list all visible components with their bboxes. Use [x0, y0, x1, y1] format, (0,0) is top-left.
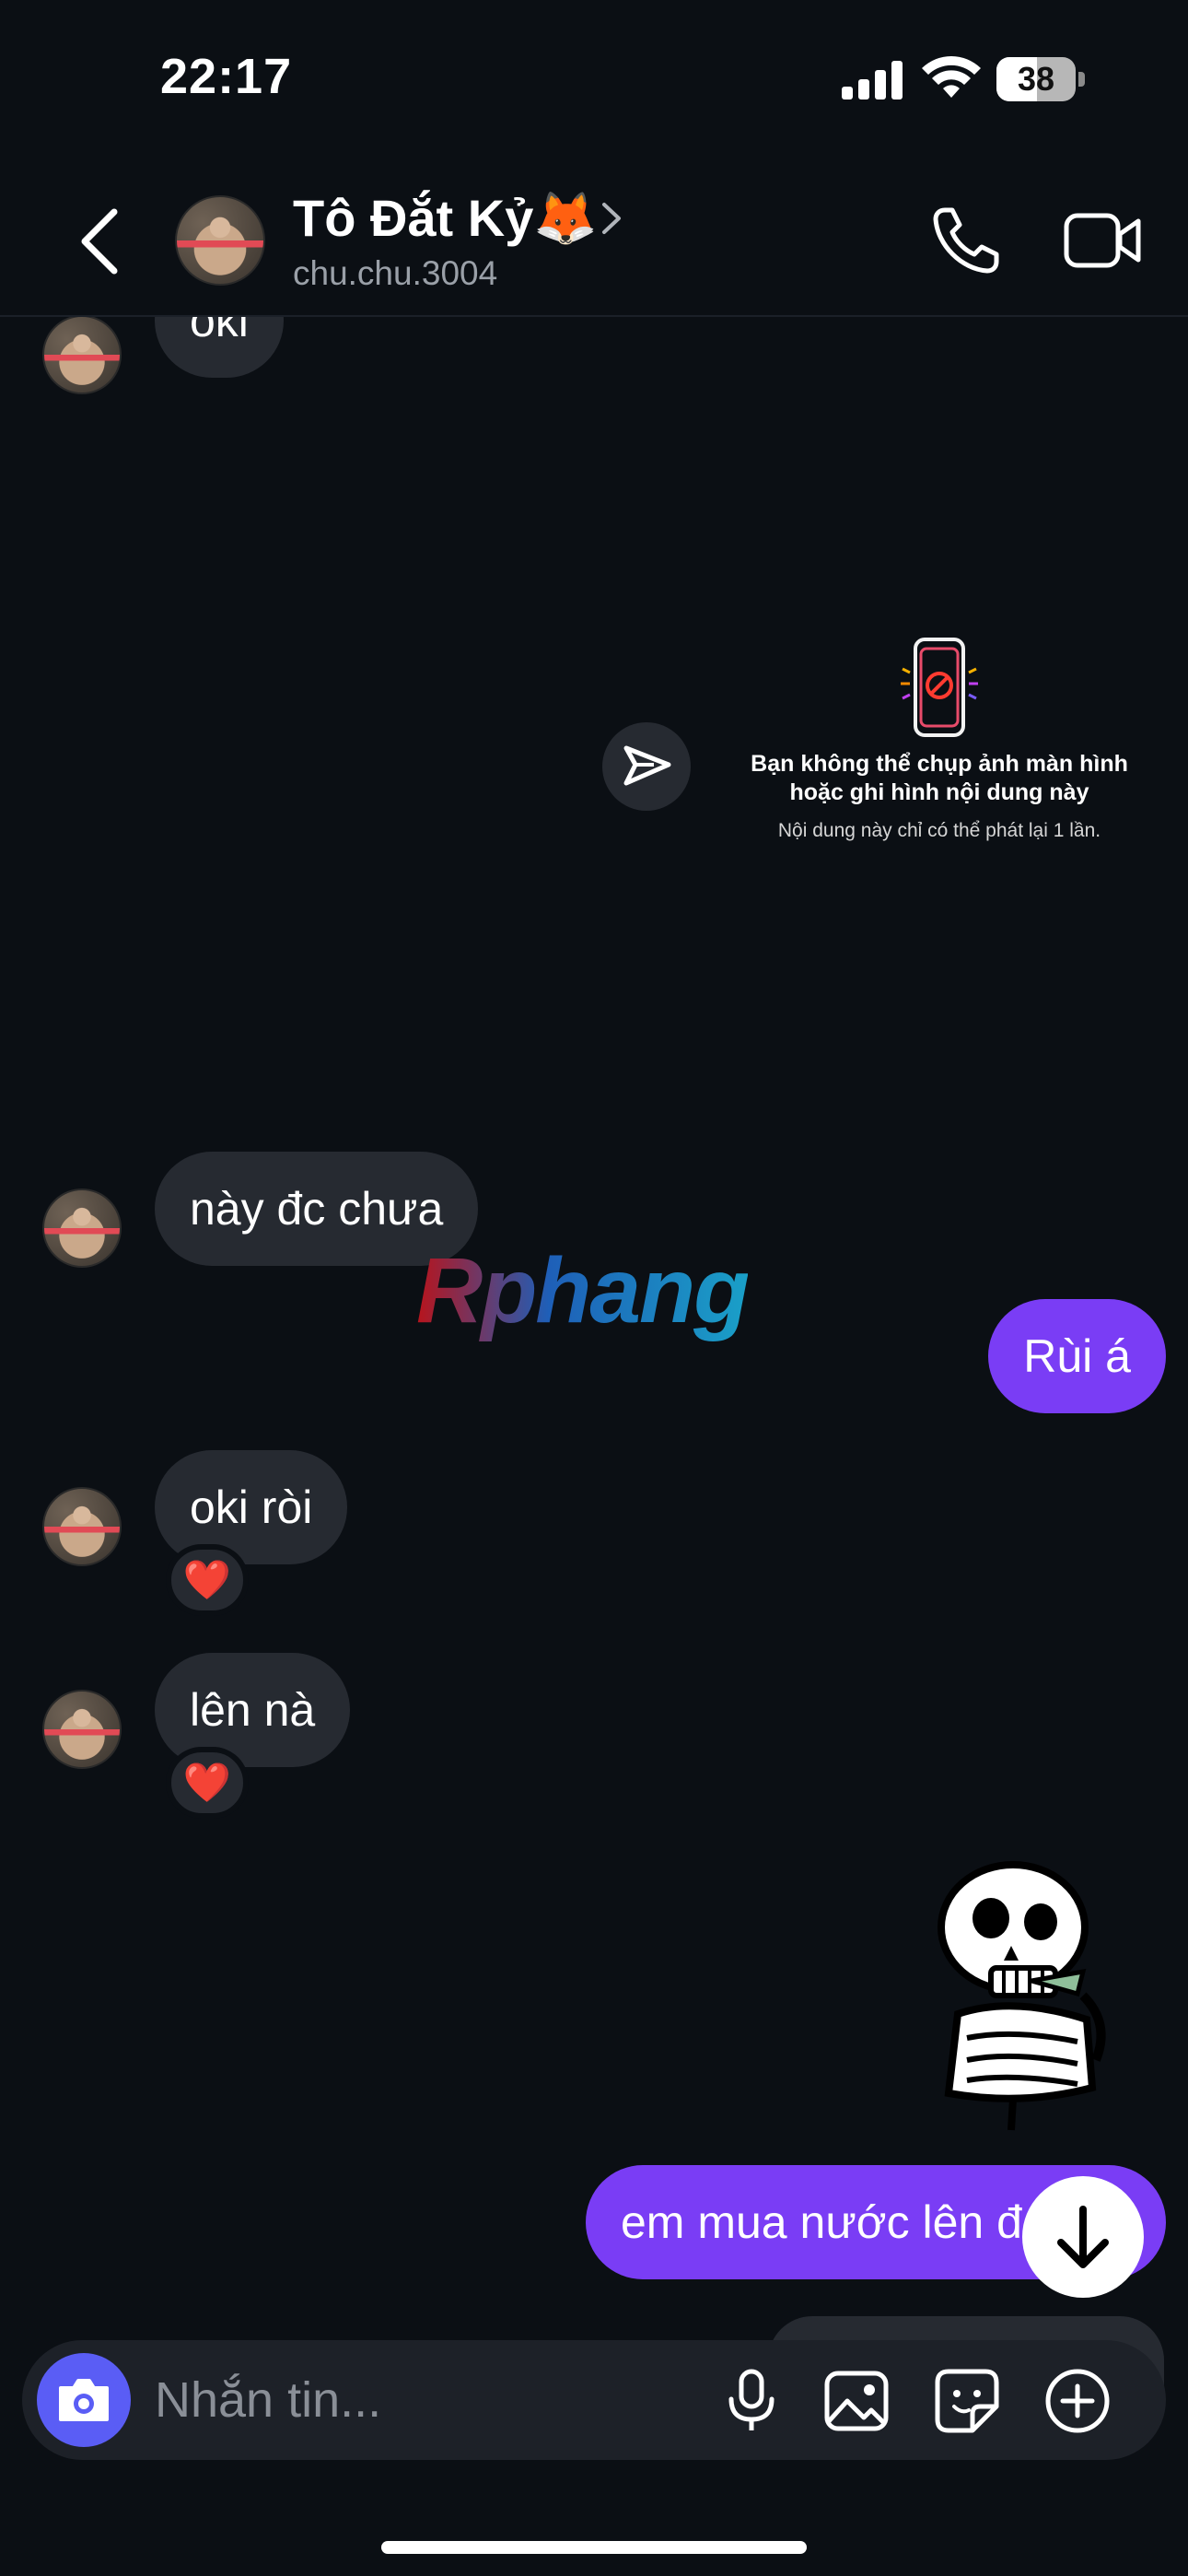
- message-input[interactable]: [155, 2371, 689, 2429]
- vanish-notice-subtitle: Nội dung này chỉ có thể phát lại 1 lần.: [777, 820, 1101, 841]
- chevron-right-icon[interactable]: [599, 197, 624, 240]
- sender-avatar[interactable]: [42, 1690, 122, 1769]
- microphone-icon[interactable]: [715, 2364, 788, 2438]
- heart-reaction[interactable]: ❤️: [166, 1544, 249, 1616]
- camera-icon: [59, 2379, 109, 2421]
- no-screenshot-icon: [901, 638, 978, 737]
- heart-reaction[interactable]: ❤️: [166, 1747, 249, 1819]
- send-icon: [623, 745, 671, 786]
- sticker-icon[interactable]: [930, 2364, 1004, 2438]
- battery-level: 38: [1017, 60, 1055, 98]
- arrow-down-icon: [1057, 2206, 1109, 2268]
- vanish-notice-title: Bạn không thể chụp ảnh màn hình hoặc ghi…: [751, 751, 1128, 805]
- sender-avatar[interactable]: [42, 1487, 122, 1566]
- contact-name[interactable]: Tô Đắt Kỷ🦊: [293, 188, 598, 249]
- share-button[interactable]: [602, 722, 691, 811]
- add-icon[interactable]: [1041, 2364, 1114, 2438]
- voice-call-button[interactable]: [932, 205, 1002, 275]
- video-call-button[interactable]: [1063, 208, 1144, 273]
- incoming-message[interactable]: oki ròi: [155, 1450, 348, 1564]
- incoming-message[interactable]: lên nà: [155, 1653, 351, 1767]
- scroll-to-bottom-button[interactable]: [1022, 2176, 1144, 2298]
- outgoing-message[interactable]: Rùi á: [988, 1299, 1166, 1413]
- back-button[interactable]: [74, 205, 125, 278]
- gallery-icon[interactable]: [820, 2364, 893, 2438]
- contact-username[interactable]: chu.chu.3004: [293, 254, 497, 293]
- watermark: Rphang: [416, 1239, 750, 1342]
- skeleton-sticker[interactable]: [903, 1857, 1124, 2134]
- battery-icon: 38: [996, 57, 1085, 101]
- status-time: 22:17: [160, 49, 293, 104]
- home-indicator[interactable]: [381, 2541, 807, 2554]
- incoming-message[interactable]: oki: [155, 317, 284, 378]
- message-row-partial: oki: [0, 317, 1188, 409]
- sender-avatar[interactable]: [42, 317, 122, 394]
- camera-button[interactable]: [37, 2353, 131, 2447]
- wifi-icon: [922, 56, 981, 98]
- cellular-signal-icon: [842, 61, 903, 100]
- sender-avatar[interactable]: [42, 1188, 122, 1268]
- header-avatar[interactable]: [175, 195, 265, 286]
